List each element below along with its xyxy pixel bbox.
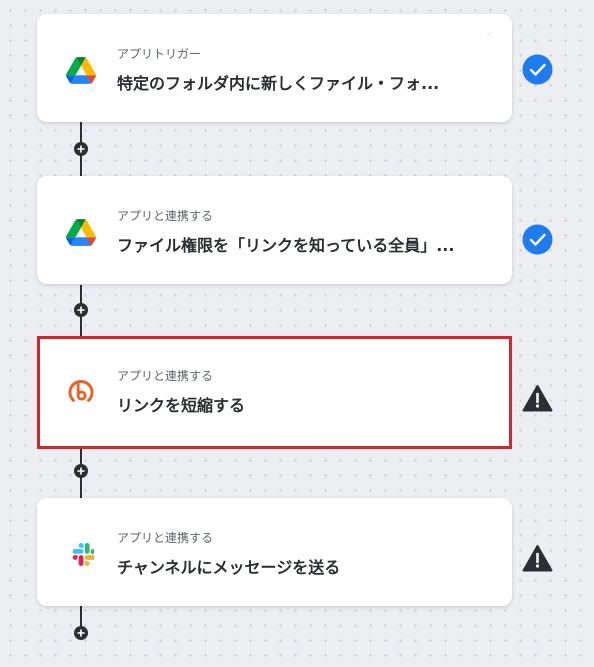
flow-step-card-highlighted[interactable]: アプリと連携する リンクを短縮する: [37, 336, 512, 449]
flow-step-card[interactable]: アプリと連携する ファイル権限を「リンクを知っている全員」...: [37, 176, 512, 284]
step-title: 特定のフォルダ内に新しくファイル・フォ...: [117, 74, 440, 93]
warning-icon: [522, 383, 553, 414]
plus-icon: [77, 306, 85, 314]
step-type-label: アプリと連携する: [117, 531, 214, 545]
step-type-label: アプリと連携する: [117, 369, 214, 383]
plus-icon: [77, 629, 85, 637]
add-step-button[interactable]: [74, 464, 88, 478]
flow-step-card[interactable]: アプリと連携する チャンネルにメッセージを送る: [37, 498, 512, 606]
google-drive-icon: [65, 54, 97, 86]
add-step-button[interactable]: [74, 626, 88, 640]
status-complete-icon: [522, 224, 553, 255]
slack-icon: [65, 538, 97, 570]
step-title: チャンネルにメッセージを送る: [117, 558, 341, 577]
step-title: ファイル権限を「リンクを知っている全員」...: [117, 236, 455, 255]
flow-step-card[interactable]: アプリトリガー 特定のフォルダ内に新しくファイル・フォ... ✕: [37, 14, 512, 122]
add-step-button[interactable]: [74, 303, 88, 317]
close-icon[interactable]: ✕: [484, 28, 494, 42]
warning-icon: [522, 543, 553, 574]
bitly-icon: [65, 376, 97, 408]
step-type-label: アプリと連携する: [117, 209, 214, 223]
status-complete-icon: [522, 54, 553, 85]
plus-icon: [77, 467, 85, 475]
step-title: リンクを短縮する: [117, 396, 246, 415]
plus-icon: [77, 145, 85, 153]
google-drive-icon: [65, 216, 97, 248]
step-type-label: アプリトリガー: [117, 47, 202, 61]
add-step-button[interactable]: [74, 142, 88, 156]
